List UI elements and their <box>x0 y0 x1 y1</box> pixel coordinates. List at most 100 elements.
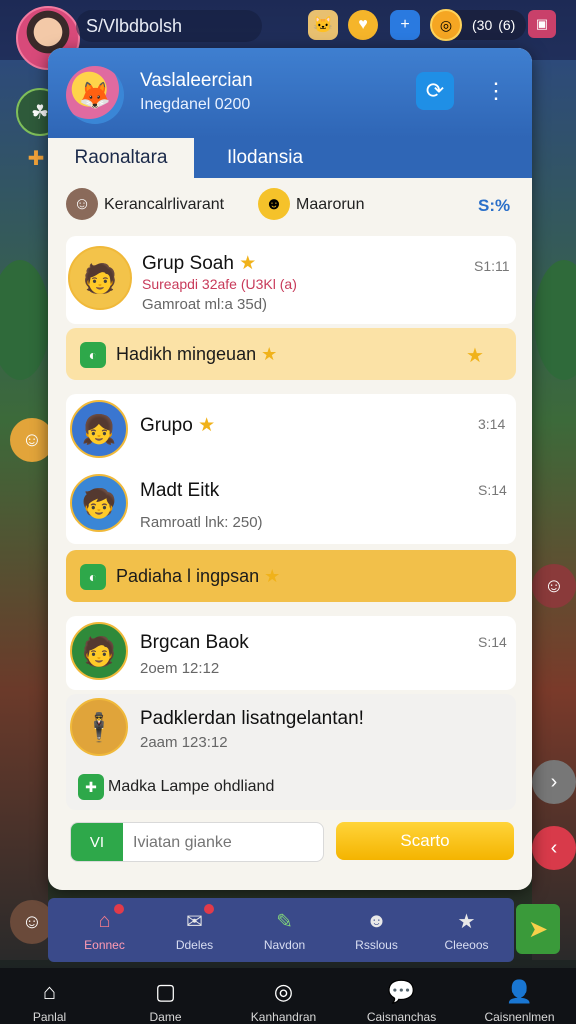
play-icon: ▢ <box>155 979 176 1004</box>
home-icon: ⌂ <box>90 904 124 934</box>
tab-bar: Raonaltara Ilodansia <box>48 138 532 178</box>
top-title: S/Vlbdbolsh <box>86 16 183 36</box>
promo-text: Hadikh mingeuan ★ <box>116 344 278 364</box>
chat-time: 3:14 <box>478 416 506 432</box>
chat-avatar: 🧑 <box>70 622 128 680</box>
top-bar: S/Vlbdbolsh 🐱 ♥ + ◎ (30 (6) ▣ <box>0 0 576 70</box>
star-icon: ★ <box>198 415 216 436</box>
game-nav-item-star[interactable]: ★ Cleeoos <box>420 898 513 962</box>
bottom-nav-item-profile[interactable]: 👤 Caisnenlmen <box>462 968 576 1024</box>
panel-header: 🦊 Vaslaleercian Inegdanel 0200 ⟳ ⋮ <box>48 48 532 138</box>
game-nav-item-home[interactable]: ⌂ Eonnec <box>58 898 151 962</box>
helper-icon: ☺ <box>66 188 98 220</box>
chat-avatar: 🧒 <box>70 474 128 532</box>
chat-preview: Sureapdi 32afe (U3Kl (a) <box>142 276 297 292</box>
group-icon: ☻ <box>365 909 388 932</box>
bottom-nav-label: Panlal <box>32 1010 67 1024</box>
coin-count: (30 <box>472 17 493 33</box>
chat-list-item[interactable]: 🧒 Madt Eitk S:14 Ramroatl lnk: 250) <box>66 468 516 544</box>
chat-meta: Gamroat ml:a 35d) <box>142 296 268 313</box>
coin-counter[interactable]: ◎ (30 (6) <box>430 9 526 41</box>
chat-group-card: 🕴 Padklerdan lisatngelantan! 2aam 123:12… <box>66 694 516 810</box>
panel-subtitle: Inegdanel 0200 <box>140 96 251 113</box>
promo-text: Padiaha l ingpsan ★ <box>116 566 281 586</box>
panel-title: Vaslaleercian <box>140 70 253 91</box>
chat-avatar: 🧑 <box>68 246 132 310</box>
game-nav-label: Rsslous <box>355 938 398 952</box>
notification-badge <box>113 904 124 914</box>
background-right-scenery <box>532 60 576 960</box>
chat-avatar: 🕴 <box>70 698 128 756</box>
profile-icon: 👤 <box>505 979 534 1004</box>
chat-list-item[interactable]: 🧑 Grup Soah ★ S1:11 Sureapdi 32afe (U3Kl… <box>66 236 516 324</box>
sync-icon[interactable]: ⟳ <box>416 72 454 110</box>
promo-end-star-icon: ★ <box>466 345 484 367</box>
coin-icon: ◎ <box>430 9 462 41</box>
compass-icon: ◎ <box>273 979 294 1004</box>
message-input-wrapper: VI <box>70 822 324 862</box>
chat-time: S:14 <box>478 634 507 650</box>
mail-icon: ✉ <box>180 904 214 934</box>
chat-group-card: 👧 Grupo ★ 3:14 🧒 Madt Eitk S:14 Ramroatl… <box>66 394 516 544</box>
chat-list-item[interactable]: 👧 Grupo ★ 3:14 <box>66 394 516 464</box>
game-nav-label: Ddeles <box>175 938 214 952</box>
chat-list-item[interactable]: 🕴 Padklerdan lisatngelantan! 2aam 123:12 <box>66 694 516 764</box>
input-prefix-badge: VI <box>71 823 123 861</box>
chat-time: S1:11 <box>474 258 510 274</box>
game-nav-label: Cleeoos <box>444 938 489 952</box>
chat-avatar: 👧 <box>70 400 128 458</box>
star-icon: ★ <box>264 566 281 586</box>
game-nav-item-edit[interactable]: ✎ Navdon <box>238 898 331 962</box>
bottom-nav-item-chat[interactable]: 💬 Caisnanchas <box>344 968 459 1024</box>
search-button[interactable]: Scarto <box>336 822 514 860</box>
right-side-red-button[interactable]: ‹ <box>532 826 576 870</box>
game-nav-label: Navdon <box>263 938 306 952</box>
notification-badge <box>203 904 214 914</box>
tab-secondary[interactable]: Ilodansia <box>200 138 330 178</box>
filter-label-1[interactable]: Kerancalrlivarant <box>104 196 224 214</box>
chat-name: Madt Eitk <box>140 480 220 501</box>
game-nav-label: Eonnec <box>84 938 125 952</box>
plus-icon[interactable]: + <box>390 10 420 40</box>
smile-icon: ☻ <box>258 188 290 220</box>
game-nav-item-mail[interactable]: ✉ Ddeles <box>148 898 241 962</box>
game-nav-bar: ⌂ Eonnec ✉ Ddeles ✎ Navdon ☻ Rsslous ★ C… <box>48 898 514 962</box>
star-icon: ★ <box>457 910 476 933</box>
right-side-character[interactable]: ☺ <box>532 564 576 608</box>
chat-icon: 💬 <box>387 979 416 1004</box>
promo-text: Madka Lampe ohdliand <box>108 778 275 795</box>
promo-banner[interactable]: ◐ Hadikh mingeuan ★ ★ <box>66 328 516 380</box>
promo-icon: ◐ <box>80 564 106 590</box>
filter-label-2[interactable]: Maarorun <box>296 196 364 214</box>
promo-banner[interactable]: ✚ Madka Lampe ohdliand <box>66 770 516 806</box>
bottom-nav-item-home[interactable]: ⌂ Panlal <box>0 968 107 1024</box>
promo-banner[interactable]: ◐ Padiaha l ingpsan ★ <box>66 550 516 602</box>
heart-icon[interactable]: ♥ <box>348 10 378 40</box>
bottom-nav-label: Caisnanchas <box>366 1010 437 1024</box>
promo-icon: ✚ <box>78 774 104 800</box>
character-icon[interactable]: 🐱 <box>308 10 338 40</box>
more-options-icon[interactable]: ⋮ <box>484 74 508 108</box>
chat-name: Grup Soah ★ <box>142 253 257 274</box>
app-logo-icon: 🦊 <box>66 66 124 124</box>
gift-icon[interactable]: ▣ <box>528 10 556 38</box>
message-input[interactable] <box>131 823 323 861</box>
bottom-nav-label: Kanhandran <box>250 1010 317 1024</box>
bottom-nav-item-play[interactable]: ▢ Dame <box>108 968 223 1024</box>
filter-row: ☺ Kerancalrlivarant ☻ Maarorun S:% <box>48 182 532 234</box>
message-input-row: VI Scarto <box>70 822 520 862</box>
chat-list-item[interactable]: 🧑 Brgcan Baok S:14 2oem 12:12 <box>66 616 516 690</box>
bottom-nav-item-compass[interactable]: ◎ Kanhandran <box>226 968 341 1024</box>
right-side-button[interactable]: › <box>532 760 576 804</box>
bottom-nav-bar: ⌂ Panlal ▢ Dame ◎ Kanhandran 💬 Caisnanch… <box>0 968 576 1024</box>
game-nav-item-group[interactable]: ☻ Rsslous <box>330 898 423 962</box>
chat-name: Padklerdan lisatngelantan! <box>140 708 364 729</box>
chat-name: Brgcan Baok <box>140 632 249 653</box>
next-arrow-icon[interactable]: ➤ <box>516 904 560 954</box>
bottom-nav-label: Caisnenlmen <box>484 1010 555 1024</box>
tab-primary[interactable]: Raonaltara <box>48 138 194 178</box>
chat-time: S:14 <box>478 482 507 498</box>
star-icon: ★ <box>261 344 278 364</box>
chat-meta: 2oem 12:12 <box>140 660 220 677</box>
promo-icon: ◐ <box>80 342 106 368</box>
